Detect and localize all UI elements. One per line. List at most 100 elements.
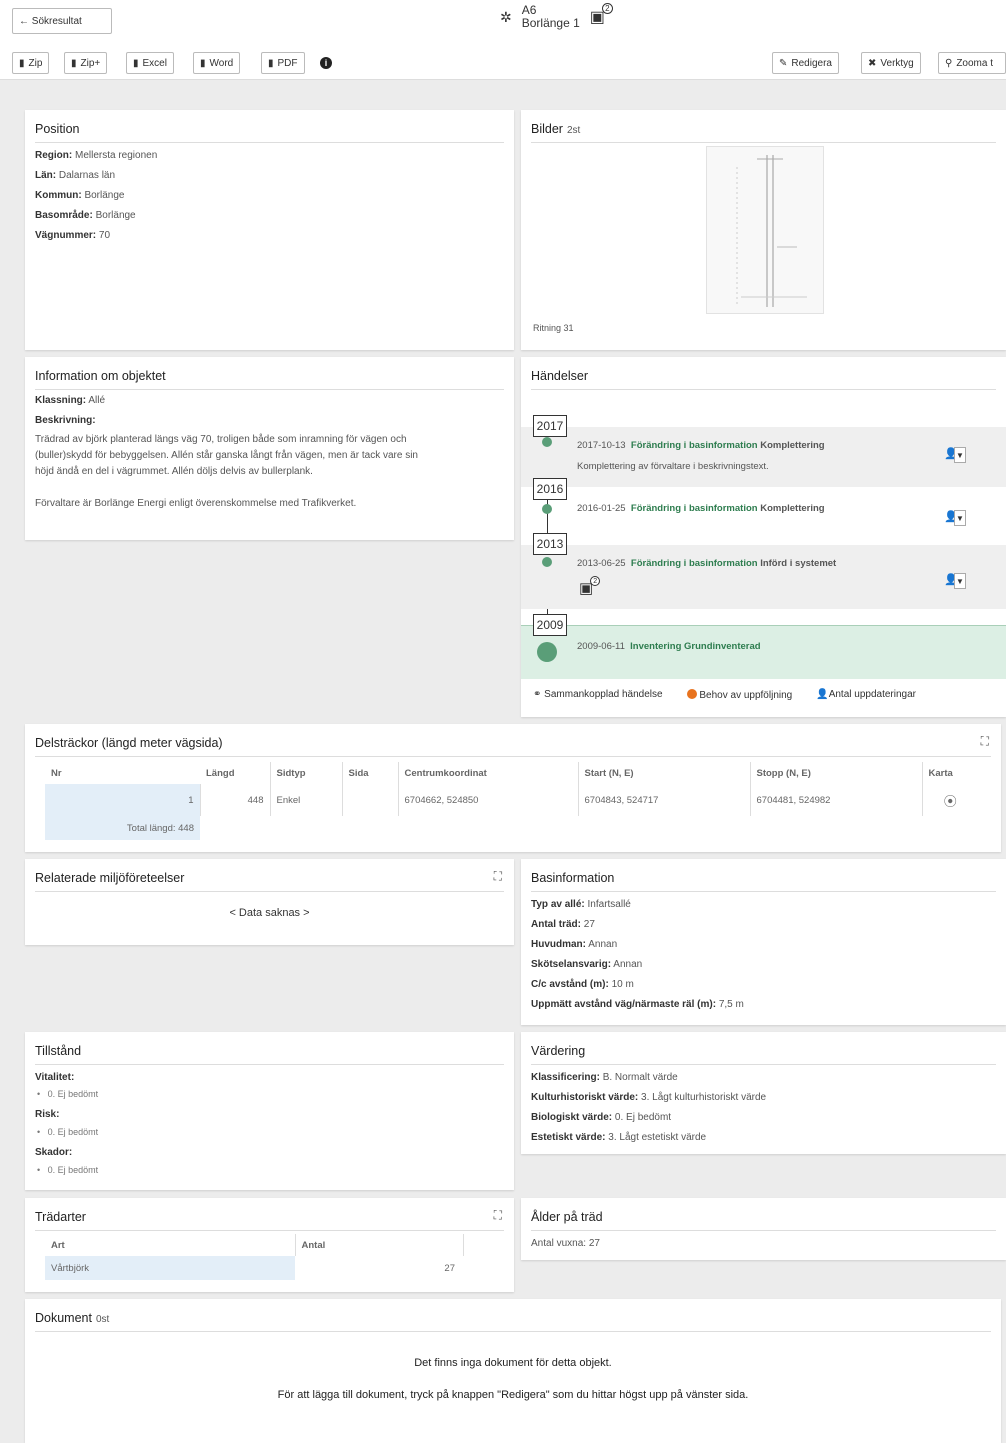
file-icon: ▮ (71, 57, 77, 69)
base-info-row: Typ av allé: Infartsallé (531, 899, 631, 910)
adult-count-row: Antal vuxna: 27 (531, 1238, 600, 1249)
word-button[interactable]: ▮ Word (193, 52, 241, 74)
event-row-selected[interactable]: 2009 2009-06-11 Inventering Grundinvente… (521, 614, 1006, 679)
tree-species-title: Trädarter (35, 1210, 86, 1224)
year-label: 2009 (533, 614, 567, 636)
event-link[interactable]: Förändring i basinformation (631, 503, 758, 514)
chevron-down-icon[interactable]: ▼ (954, 573, 966, 589)
drawing-image (736, 155, 807, 307)
base-info-row: Antal träd: 27 (531, 919, 595, 930)
zip-button[interactable]: ▮ Zip (12, 52, 50, 74)
object-title: ✲ A6 Borlänge 1 ▣ 2 (500, 3, 613, 30)
vitality-value: • 0. Ej bedömt (37, 1089, 99, 1099)
orange-dot-icon (686, 689, 697, 699)
col-center: Centrumkoordinat (397, 762, 578, 784)
event-link[interactable]: Förändring i basinformation (631, 440, 758, 451)
col-count: Antal (294, 1234, 464, 1256)
events-legend: ⚭ Sammankopplad händelse Behov av uppföl… (533, 689, 916, 701)
vitality-label: Vitalitet: (35, 1072, 75, 1083)
event-link[interactable]: Förändring i basinformation (631, 558, 758, 569)
event-row: 2017 2017-10-13 Förändring i basinformat… (521, 415, 1006, 487)
pdf-button[interactable]: ▮ PDF (261, 52, 305, 74)
pdf-label: PDF (277, 57, 298, 69)
image-caption: Ritning 31 (533, 323, 574, 333)
col-length: Längd (206, 767, 235, 779)
col-nr: Nr (51, 767, 62, 779)
valuation-row: Klassificering: B. Normalt värde (531, 1072, 678, 1083)
damage-value: • 0. Ej bedömt (37, 1165, 99, 1175)
tree-age-card: Ålder på träd Antal vuxna: 27 (521, 1198, 1006, 1260)
excel-button[interactable]: ▮ Excel (126, 52, 174, 74)
tree-species-card: Trädarter ⛶ Art Antal Vårtbjörk 27 (25, 1198, 514, 1292)
event-text: 2017-10-13 Förändring i basinformation K… (577, 440, 825, 472)
event-image-icon[interactable]: ▣ 2 (579, 576, 601, 597)
edit-icon: ✎ (779, 57, 788, 69)
drawing-thumbnail[interactable] (706, 146, 824, 314)
zip-plus-button[interactable]: ▮ Zip+ (64, 52, 108, 74)
base-info-title: Basinformation (531, 871, 615, 885)
year-label: 2013 (533, 533, 567, 555)
col-map: Karta (921, 762, 978, 784)
edit-label: Redigera (791, 57, 832, 69)
pdf-icon: ▮ (268, 57, 274, 69)
edit-button[interactable]: ✎ Redigera (772, 52, 839, 74)
back-to-results-button[interactable]: ← Sökresultat (12, 8, 112, 34)
event-row: 2013 2013-06-25 Förändring i basinformat… (521, 533, 1006, 609)
object-code: A6 (521, 3, 537, 17)
risk-label: Risk: (35, 1109, 60, 1120)
object-name: Borlänge 1 (521, 16, 580, 30)
condition-title: Tillstånd (35, 1044, 82, 1058)
expand-icon[interactable]: ⛶ (494, 869, 502, 884)
info-icon[interactable]: i (320, 57, 332, 69)
images-title: Bilder 2st (531, 122, 581, 136)
excel-label: Excel (142, 57, 167, 69)
events-title: Händelser (531, 369, 588, 383)
timeline-dot (542, 557, 552, 567)
no-data-text: < Data saknas > (229, 907, 310, 919)
region-row: Region: Mellersta regionen (35, 150, 158, 161)
map-pin-icon[interactable]: ⦿ (921, 784, 978, 816)
timeline-dot (542, 504, 552, 514)
documents-card: Dokument 0st Det finns inga dokument för … (25, 1299, 1001, 1443)
position-card: Position Region: Mellersta regionen Län:… (25, 110, 514, 350)
risk-value: • 0. Ej bedömt (37, 1127, 99, 1137)
zoom-button[interactable]: ⚲ Zooma t (938, 52, 1006, 74)
expand-icon[interactable]: ⛶ (981, 734, 989, 749)
expand-icon[interactable]: ⛶ (494, 1208, 502, 1223)
back-button-label: ← Sökresultat (19, 15, 82, 27)
images-card: Bilder 2st Ritning 31 (521, 110, 1006, 350)
valuation-card: Värdering Klassificering: B. Normalt vär… (521, 1032, 1006, 1154)
event-link[interactable]: Inventering (630, 641, 681, 652)
base-info-card: Basinformation Typ av allé: Infartsallé … (521, 859, 1006, 1025)
year-label: 2017 (533, 415, 567, 437)
lan-row: Län: Dalarnas län (35, 170, 116, 181)
file-icon: ▮ (133, 57, 139, 69)
base-info-row: Skötselansvarig: Annan (531, 959, 643, 970)
timeline-dot (542, 437, 552, 447)
events-card: Händelser 2017 2017-10-13 Förändring i b… (521, 357, 1006, 717)
object-info-card: Information om objektet Klassning: Allé … (25, 357, 514, 540)
zoom-label: Zooma t (956, 57, 994, 69)
file-icon: ▮ (19, 57, 25, 69)
event-text: 2009-06-11 Inventering Grundinventerad (577, 641, 761, 652)
info-title: Information om objektet (35, 369, 166, 383)
damage-label: Skador: (35, 1147, 73, 1158)
timeline-dot (537, 642, 557, 662)
documents-title: Dokument 0st (35, 1311, 110, 1325)
tools-label: Verktyg (880, 57, 914, 69)
zip-label: Zip (28, 57, 43, 69)
valuation-title: Värdering (531, 1044, 586, 1058)
year-label: 2016 (533, 478, 567, 500)
col-side: Sida (341, 762, 398, 784)
related-card: Relaterade miljöföreteelser ⛶ < Data sak… (25, 859, 514, 945)
chevron-down-icon[interactable]: ▼ (954, 510, 966, 526)
event-text: 2013-06-25 Förändring i basinformation I… (577, 558, 837, 569)
event-row: 2016 2016-01-25 Förändring i basinformat… (521, 478, 1006, 542)
chevron-down-icon[interactable]: ▼ (954, 447, 966, 463)
table-row: 1 448 Enkel 6704662, 524850 6704843, 524… (45, 784, 978, 816)
klassning-row: Klassning: Allé (35, 395, 106, 406)
segments-title: Delsträckor (längd meter vägsida) (35, 736, 223, 750)
tools-button[interactable]: ✖ Verktyg (861, 52, 921, 74)
user-edit-icon: 👤 (816, 689, 829, 700)
images-icon[interactable]: ▣ 2 (590, 3, 613, 27)
